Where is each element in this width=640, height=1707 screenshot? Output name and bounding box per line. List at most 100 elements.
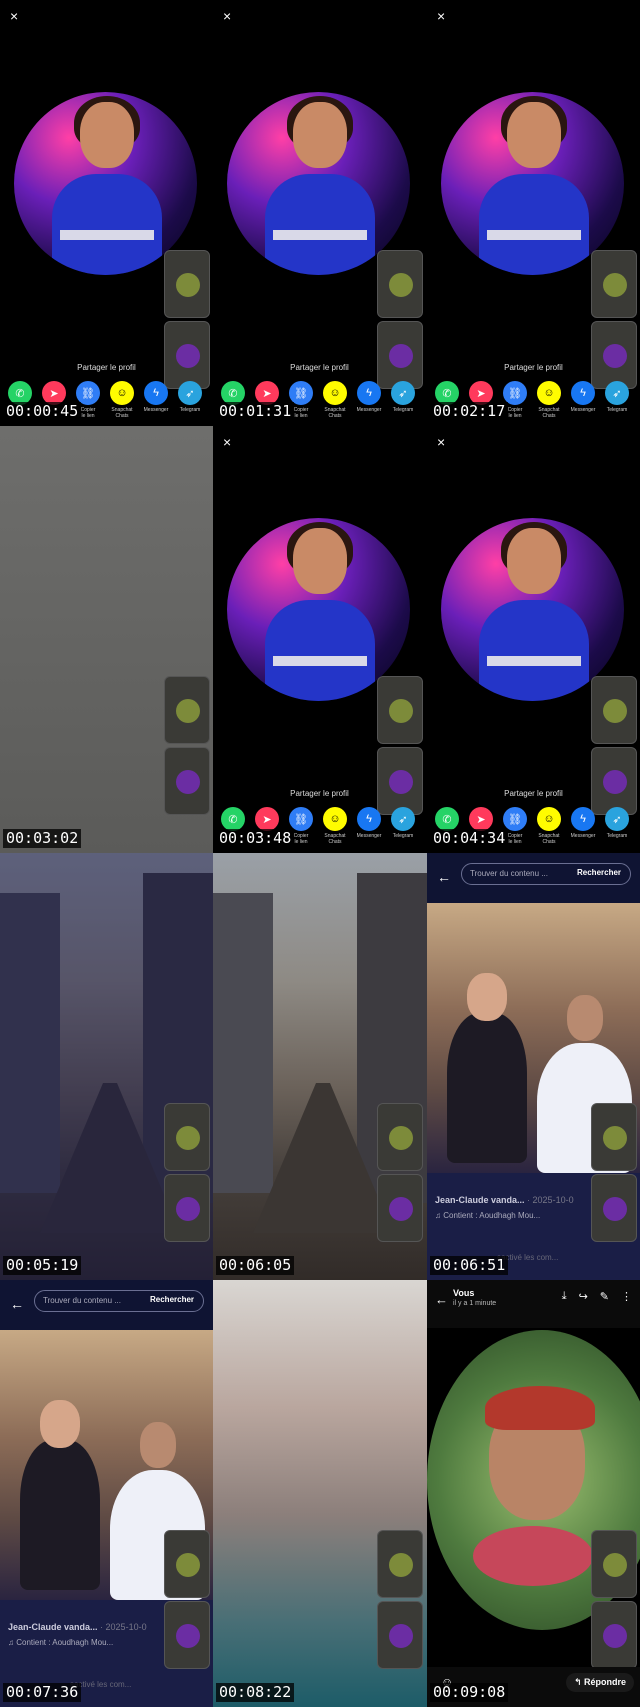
share-app-label: Telegram — [179, 407, 201, 413]
side-card-2[interactable] — [377, 1601, 423, 1669]
profile-avatar — [227, 518, 410, 701]
telegram-icon: ➶ — [391, 807, 415, 831]
viewer-owner-name: Vous — [453, 1288, 475, 1298]
share-app-snapchat[interactable]: ☺ Snapchat Chats — [321, 807, 349, 845]
timestamp: 00:06:05 — [216, 1256, 295, 1275]
share-app-label: Copier le lien — [507, 833, 523, 845]
side-card-1[interactable] — [164, 1530, 210, 1598]
reply-button[interactable]: ↰ Répondre — [565, 1673, 634, 1692]
side-card-2[interactable] — [591, 1174, 637, 1242]
search-placeholder: Trouver du contenu ... — [470, 869, 548, 878]
side-card-2[interactable] — [164, 1601, 210, 1669]
share-app-label: Copier le lien — [80, 407, 96, 419]
side-card-1[interactable] — [591, 676, 637, 744]
side-card-2[interactable] — [591, 321, 637, 389]
back-arrow-icon[interactable]: ← — [10, 1296, 24, 1312]
download-icon[interactable]: ⤓ — [562, 1290, 567, 1303]
timestamp: 00:00:45 — [3, 402, 82, 421]
close-icon[interactable]: × — [10, 8, 18, 24]
share-app-messenger[interactable]: ϟ Messenger — [569, 807, 597, 845]
post-author[interactable]: Jean-Claude vanda... · 2025-10-0 — [435, 1195, 574, 1205]
messenger-icon: ϟ — [357, 381, 381, 405]
post-music[interactable]: ♫ Contient : Aoudhagh Mou... — [435, 1211, 540, 1220]
share-app-label: Snapchat Chats — [324, 407, 346, 419]
side-card-1[interactable] — [377, 676, 423, 744]
share-app-messenger[interactable]: ϟ Messenger — [355, 381, 383, 419]
share-app-telegram[interactable]: ➶ Telegram — [389, 381, 417, 419]
share-app-messenger[interactable]: ϟ Messenger — [142, 381, 170, 419]
back-arrow-icon[interactable]: ← — [437, 869, 451, 885]
share-app-label: Telegram — [392, 833, 414, 839]
share-app-snapchat[interactable]: ☺ Snapchat Chats — [108, 381, 136, 419]
share-app-snapchat[interactable]: ☺ Snapchat Chats — [535, 381, 563, 419]
frame-share-3: × Partager le profil ✆ ➤ ⛓ Copier le lien ☺ S… — [427, 0, 640, 426]
timestamp: 00:08:22 — [216, 1683, 295, 1702]
search-button[interactable]: Rechercher — [150, 1295, 194, 1304]
snapchat-icon: ☺ — [110, 381, 134, 405]
search-header: ← Trouver du contenu ... Rechercher — [427, 853, 640, 903]
frame-share-1: × Partager le profil ✆ ➤ ⛓ Copier le lien ☺ S… — [0, 0, 213, 426]
side-card-1[interactable] — [377, 250, 423, 318]
frame-gray: 00:03:02 — [0, 426, 213, 853]
share-profile-label: Partager le profil — [504, 789, 563, 798]
side-card-1[interactable] — [591, 1530, 637, 1598]
back-arrow-icon[interactable]: ← — [435, 1292, 448, 1307]
search-header: ← Trouver du contenu ... Rechercher — [0, 1280, 213, 1330]
side-card-2[interactable] — [377, 1174, 423, 1242]
side-card-1[interactable] — [377, 1103, 423, 1171]
share-app-telegram[interactable]: ➶ Telegram — [603, 381, 631, 419]
close-icon[interactable]: × — [437, 434, 445, 450]
side-card-1[interactable] — [377, 1530, 423, 1598]
edit-icon[interactable]: ✎ — [600, 1290, 609, 1303]
side-card-1[interactable] — [591, 250, 637, 318]
side-card-1[interactable] — [164, 1103, 210, 1171]
snapchat-icon: ☺ — [537, 381, 561, 405]
share-app-messenger[interactable]: ϟ Messenger — [569, 381, 597, 419]
post-author[interactable]: Jean-Claude vanda... · 2025-10-0 — [8, 1622, 147, 1632]
search-button[interactable]: Rechercher — [577, 868, 621, 877]
side-card-2[interactable] — [377, 321, 423, 389]
close-icon[interactable]: × — [223, 434, 231, 450]
share-app-messenger[interactable]: ϟ Messenger — [355, 807, 383, 845]
frame-share-2: × Partager le profil ✆ ➤ ⛓ Copier le lien ☺ S… — [213, 0, 427, 426]
share-app-telegram[interactable]: ➶ Telegram — [176, 381, 204, 419]
share-profile-label: Partager le profil — [77, 363, 136, 372]
share-profile-label: Partager le profil — [290, 789, 349, 798]
side-card-2[interactable] — [164, 1174, 210, 1242]
timestamp: 00:07:36 — [3, 1683, 82, 1702]
share-app-label: Telegram — [606, 407, 628, 413]
timestamp: 00:03:48 — [216, 829, 295, 848]
close-icon[interactable]: × — [437, 8, 445, 24]
share-app-label: Copier le lien — [507, 407, 523, 419]
whatsapp-icon: ✆ — [435, 807, 459, 831]
side-card-1[interactable] — [164, 676, 210, 744]
share-app-telegram[interactable]: ➶ Telegram — [603, 807, 631, 845]
timestamp: 00:03:02 — [3, 829, 82, 848]
side-card-2[interactable] — [591, 747, 637, 815]
frame-city-tinted: 00:05:19 — [0, 853, 213, 1280]
share-app-label: Messenger — [356, 407, 382, 413]
telegram-icon: ➶ — [178, 381, 202, 405]
viewer-time: il y a 1 minute — [453, 1300, 497, 1307]
side-card-1[interactable] — [164, 250, 210, 318]
post-music[interactable]: ♫ Contient : Aoudhagh Mou... — [8, 1638, 113, 1647]
side-card-2[interactable] — [164, 747, 210, 815]
share-app-label: Messenger — [143, 407, 169, 413]
share-app-snapchat[interactable]: ☺ Snapchat Chats — [321, 381, 349, 419]
share-app-label: Snapchat Chats — [324, 833, 346, 845]
link-icon: ⛓ — [503, 807, 527, 831]
forward-icon[interactable]: ↪ — [579, 1290, 588, 1303]
search-placeholder: Trouver du contenu ... — [43, 1296, 121, 1305]
share-app-telegram[interactable]: ➶ Telegram — [389, 807, 417, 845]
frame-grid: × Partager le profil ✆ ➤ ⛓ Copier le lien ☺ S… — [0, 0, 640, 1707]
whatsapp-icon: ✆ — [221, 807, 245, 831]
more-icon[interactable]: ⋮ — [621, 1290, 632, 1303]
telegram-icon: ➶ — [605, 807, 629, 831]
telegram-icon: ➶ — [391, 381, 415, 405]
side-card-1[interactable] — [591, 1103, 637, 1171]
close-icon[interactable]: × — [223, 8, 231, 24]
side-card-2[interactable] — [591, 1601, 637, 1669]
share-app-snapchat[interactable]: ☺ Snapchat Chats — [535, 807, 563, 845]
side-card-2[interactable] — [377, 747, 423, 815]
side-card-2[interactable] — [164, 321, 210, 389]
